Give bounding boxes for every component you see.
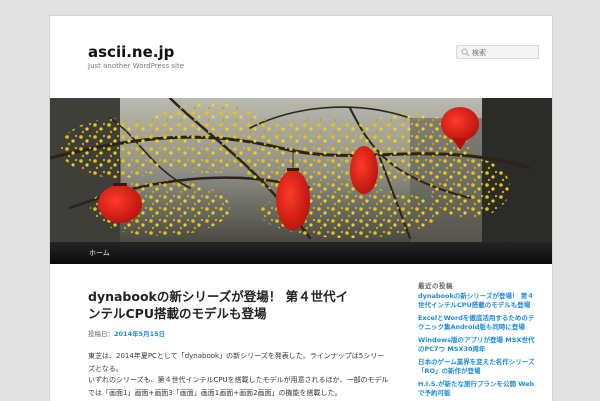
post-paragraph: 東芝は、2014年夏PCとして「dynabook」の新シリーズを発表した。ライン… <box>88 352 385 373</box>
list-item: 日本のゲーム業界を変えた名作シリーズ「RO」の新作が登場 <box>418 358 536 376</box>
search-input[interactable] <box>472 47 536 58</box>
post-paragraph: いずれのシリーズも、第４世代インテルCPUを搭載したモデルが用意されるほか、一部… <box>88 376 389 397</box>
post-meta-prefix: 投稿日： <box>88 330 114 338</box>
page: ascii.ne.jp Just another WordPress site <box>49 15 553 401</box>
recent-post-link[interactable]: H.I.S.が新たな旅行プランを公開 Webで予約可能 <box>418 380 534 397</box>
list-item: Windows版のアプリが登場 MSX世代のPC7つ MSX30周年 <box>418 336 536 354</box>
recent-post-link[interactable]: 日本のゲーム業界を変えた名作シリーズ「RO」の新作が登場 <box>418 358 534 375</box>
nav-item-home[interactable]: ホーム <box>89 248 110 258</box>
list-item: H.I.S.が新たな旅行プランを公開 Webで予約可能 <box>418 380 536 398</box>
recent-post-link[interactable]: dynabookの新シリーズが登場！ 第４世代インテルCPU搭載のモデルも登場 <box>418 292 534 309</box>
recent-post-link[interactable]: ExcelとWordを徹底活用するためのテクニック集Android版も同時に登場 <box>418 314 534 331</box>
post-date-link[interactable]: 2014年5月15日 <box>114 330 165 338</box>
post-meta: 投稿日：2014年5月15日 <box>88 328 165 338</box>
search-icon <box>461 48 470 57</box>
header-image <box>50 98 552 242</box>
search-box[interactable] <box>456 45 539 59</box>
recent-post-link[interactable]: Windows版のアプリが登場 MSX世代のPC7つ MSX30周年 <box>418 336 534 353</box>
site-title[interactable]: ascii.ne.jp <box>88 43 174 61</box>
recent-posts-list: dynabookの新シリーズが登場！ 第４世代インテルCPU搭載のモデルも登場 … <box>418 292 536 401</box>
list-item: dynabookの新シリーズが登場！ 第４世代インテルCPU搭載のモデルも登場 <box>418 292 536 310</box>
list-item: ExcelとWordを徹底活用するためのテクニック集Android版も同時に登場 <box>418 314 536 332</box>
site-description: Just another WordPress site <box>88 62 185 70</box>
recent-posts-title: 最近の投稿 <box>418 282 453 290</box>
main-navigation: ホーム <box>50 242 552 264</box>
post-title[interactable]: dynabookの新シリーズが登場！ 第４世代インテルCPU搭載のモデルも登場 <box>88 288 350 322</box>
